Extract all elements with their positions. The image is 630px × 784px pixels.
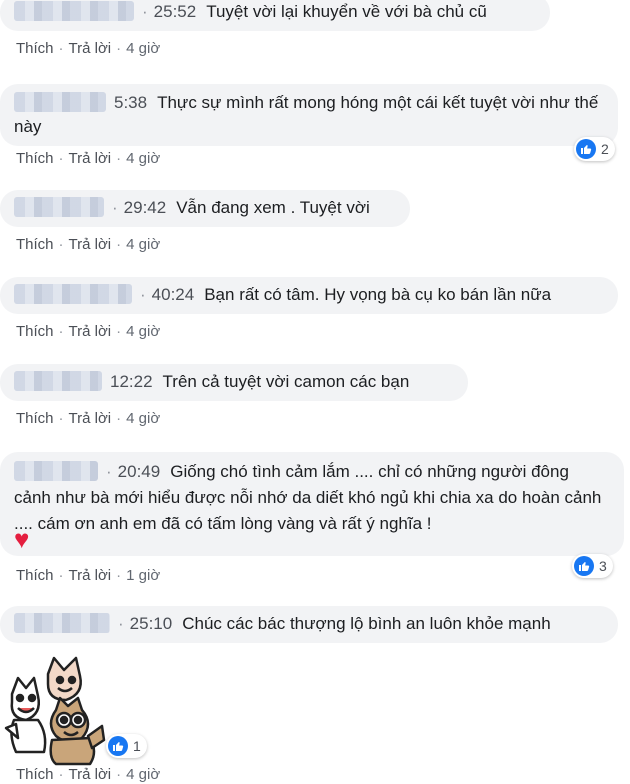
dot-separator: · <box>118 614 124 633</box>
like-link[interactable]: Thích <box>16 236 54 253</box>
separator: · <box>58 766 64 783</box>
blurred-author-name <box>14 613 110 633</box>
blurred-author-name <box>14 92 106 112</box>
separator: · <box>58 323 64 340</box>
blurred-author-name <box>14 1 134 21</box>
blurred-author-name <box>14 371 102 391</box>
reaction-number: 2 <box>601 141 609 157</box>
comment-bubble: · 25:10 Chúc các bác thượng lộ bình an luô… <box>0 606 618 643</box>
comment-actions: Thích · Trả lời · 4 giờ <box>16 236 160 253</box>
reply-link[interactable]: Trả lời <box>69 323 112 340</box>
separator: · <box>58 410 64 427</box>
video-timestamp-link[interactable]: 5:38 <box>114 93 147 112</box>
reply-link[interactable]: Trả lời <box>69 567 112 584</box>
comment-bubble: · 25:52 Tuyệt vời lại khuyển về với bà chủ… <box>0 0 550 31</box>
like-link[interactable]: Thích <box>16 410 54 427</box>
reply-link[interactable]: Trả lời <box>69 236 112 253</box>
dot-separator: · <box>106 462 112 481</box>
like-icon <box>576 139 596 159</box>
dot-separator: · <box>142 2 148 21</box>
video-timestamp-link[interactable]: 40:24 <box>152 285 195 304</box>
like-icon <box>108 736 128 756</box>
reaction-number: 3 <box>599 558 607 574</box>
separator: · <box>116 567 122 584</box>
separator: · <box>58 567 64 584</box>
reaction-count[interactable]: 2 <box>574 137 615 161</box>
comment-bubble: 12:22 Trên cả tuyệt vời camon các bạn <box>0 364 468 401</box>
video-timestamp-link[interactable]: 29:42 <box>124 198 167 217</box>
blurred-author-name <box>14 197 104 217</box>
video-timestamp-link[interactable]: 12:22 <box>110 372 153 391</box>
comment-actions: Thích · Trả lời · 4 giờ <box>16 323 160 340</box>
time-ago[interactable]: 4 giờ <box>126 410 160 427</box>
comment-text: Bạn rất có tâm. Hy vọng bà cụ ko bán lần… <box>204 285 552 304</box>
comment-actions: Thích · Trả lời · 4 giờ <box>16 40 160 57</box>
comment-bubble: 5:38 Thực sự mình rất mong hóng một cái k… <box>0 84 618 146</box>
separator: · <box>116 766 122 783</box>
like-link[interactable]: Thích <box>16 150 54 167</box>
time-ago[interactable]: 4 giờ <box>126 323 160 340</box>
heart-emoji-icon: ♥ <box>14 524 30 554</box>
blurred-author-name <box>14 284 132 304</box>
reply-link[interactable]: Trả lời <box>69 410 112 427</box>
comment-actions: Thích · Trả lời · 4 giờ <box>16 150 160 167</box>
comment-text: Vẫn đang xem . Tuyệt vời <box>176 198 370 217</box>
reaction-number: 1 <box>133 738 141 754</box>
like-link[interactable]: Thích <box>16 766 54 783</box>
comment-text: Tuyệt vời lại khuyển về với bà chủ cũ <box>206 2 487 21</box>
separator: · <box>58 236 64 253</box>
comment-text: Trên cả tuyệt vời camon các bạn <box>162 372 410 391</box>
reaction-count[interactable]: 1 <box>106 734 147 758</box>
time-ago[interactable]: 4 giờ <box>126 236 160 253</box>
separator: · <box>116 323 122 340</box>
time-ago[interactable]: 4 giờ <box>126 766 160 783</box>
comment-actions: Thích · Trả lời · 4 giờ <box>16 766 160 783</box>
video-timestamp-link[interactable]: 25:52 <box>154 2 197 21</box>
reaction-count[interactable]: 3 <box>572 554 613 578</box>
dot-separator: · <box>112 198 118 217</box>
reply-link[interactable]: Trả lời <box>69 150 112 167</box>
video-timestamp-link[interactable]: 25:10 <box>130 614 173 633</box>
comment-actions: Thích · Trả lời · 1 giờ <box>16 567 160 584</box>
comment-bubble: · 20:49 Giống chó tình cảm lắm .... chỉ có… <box>0 452 624 556</box>
like-link[interactable]: Thích <box>16 40 54 57</box>
like-link[interactable]: Thích <box>16 567 54 584</box>
separator: · <box>116 150 122 167</box>
comment-bubble: · 40:24 Bạn rất có tâm. Hy vọng bà cụ ko b… <box>0 277 618 314</box>
time-ago[interactable]: 4 giờ <box>126 150 160 167</box>
separator: · <box>116 236 122 253</box>
like-link[interactable]: Thích <box>16 323 54 340</box>
time-ago[interactable]: 1 giờ <box>126 567 160 584</box>
separator: · <box>116 40 122 57</box>
separator: · <box>58 150 64 167</box>
dot-separator: · <box>140 285 146 304</box>
reply-link[interactable]: Trả lời <box>69 766 112 783</box>
comment-bubble: · 29:42 Vẫn đang xem . Tuyệt vời <box>0 190 410 227</box>
video-timestamp-link[interactable]: 20:49 <box>118 462 161 481</box>
separator: · <box>58 40 64 57</box>
comment-text: Giống chó tình cảm lắm .... chỉ có những… <box>14 462 602 533</box>
blurred-author-name <box>14 461 98 481</box>
reply-link[interactable]: Trả lời <box>69 40 112 57</box>
comment-text: Chúc các bác thượng lộ bình an luôn khỏe… <box>182 614 551 633</box>
comment-actions: Thích · Trả lời · 4 giờ <box>16 410 160 427</box>
like-icon <box>574 556 594 576</box>
separator: · <box>116 410 122 427</box>
time-ago[interactable]: 4 giờ <box>126 40 160 57</box>
